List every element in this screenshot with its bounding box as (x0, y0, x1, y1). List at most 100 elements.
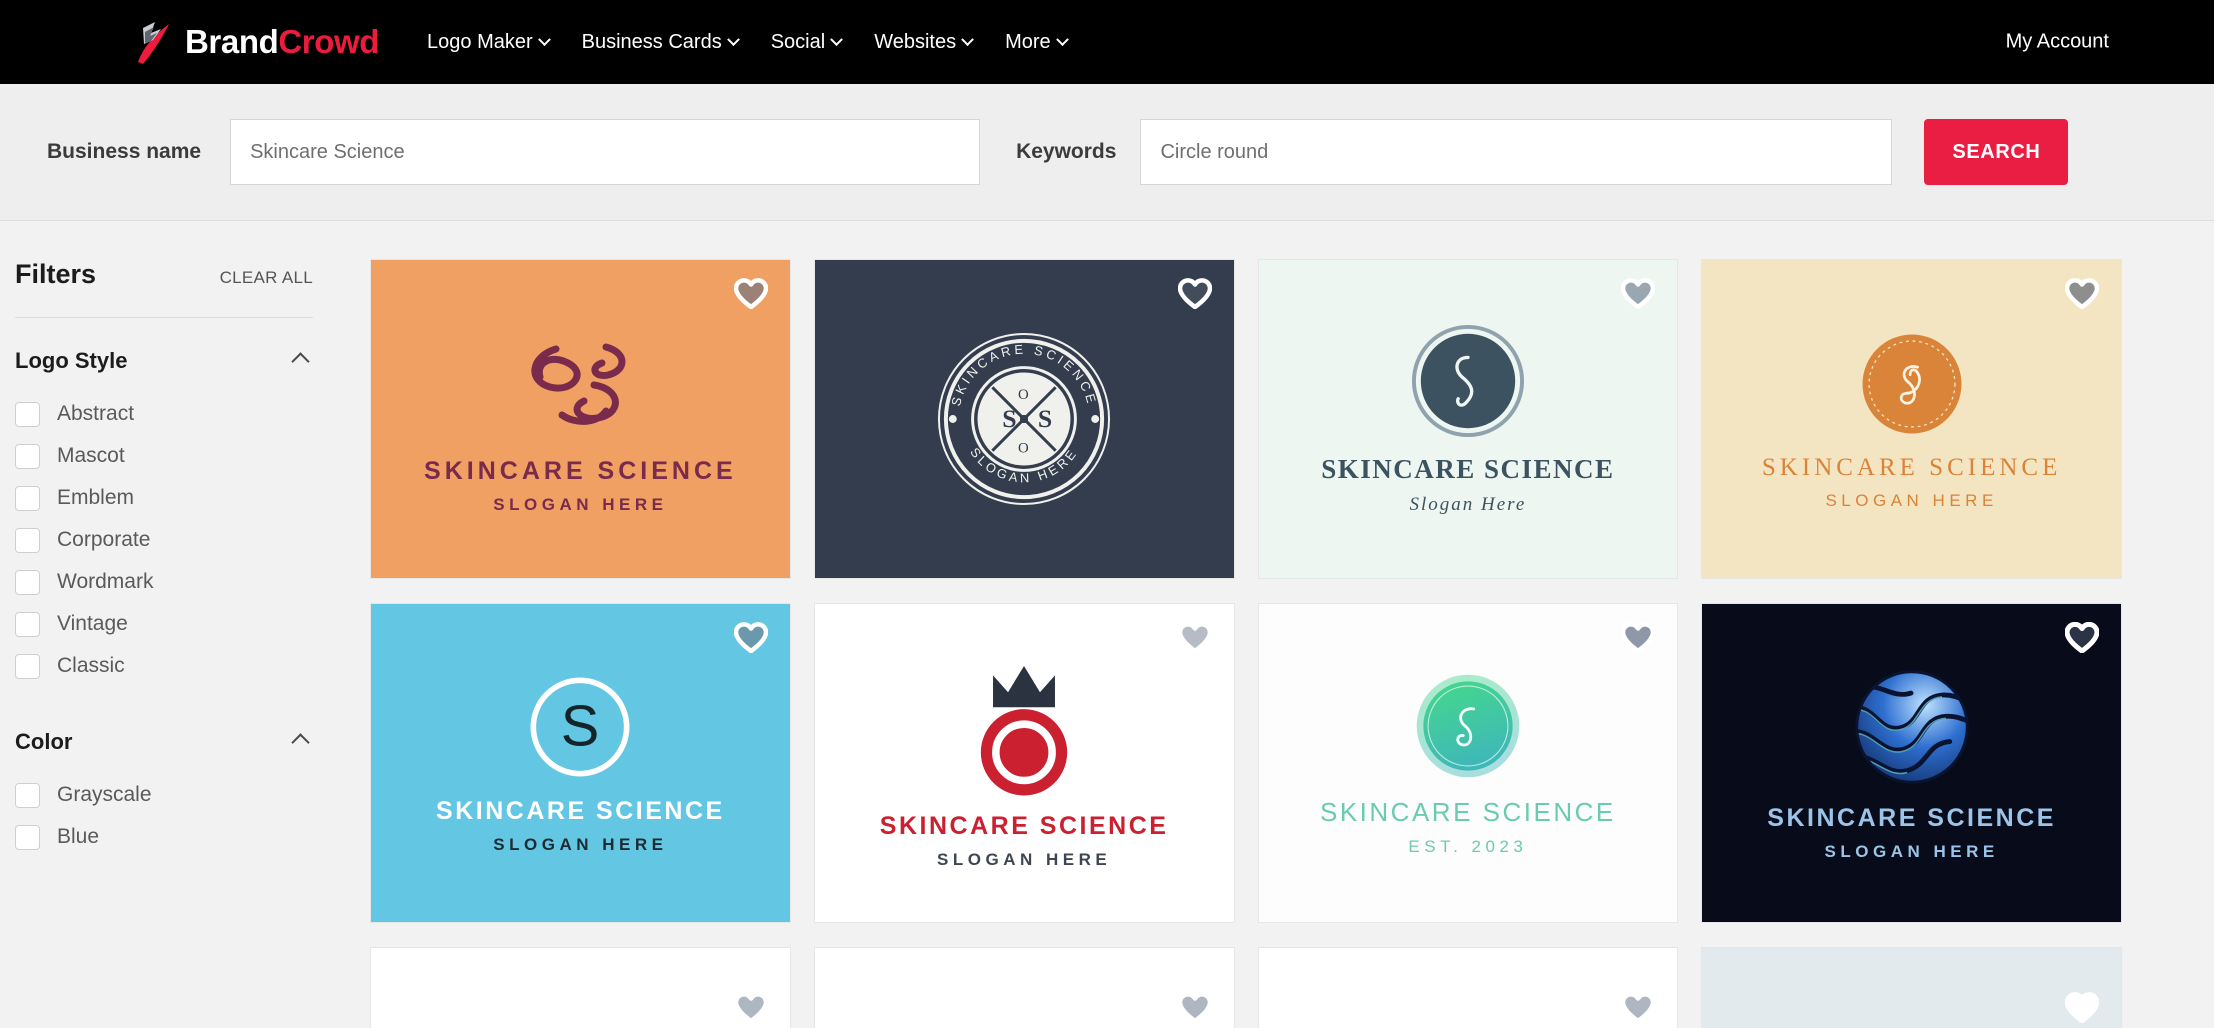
nav-item-logo-maker[interactable]: Logo Maker (427, 31, 549, 54)
filter-option-grayscale[interactable]: Grayscale (15, 774, 313, 816)
logo-slogan: SLOGAN HERE (1825, 842, 1999, 862)
nav-label: Business Cards (582, 31, 722, 54)
checkbox-icon[interactable] (15, 825, 40, 850)
logo-card[interactable]: SKINCARE SCIENCE SLOGAN HERE (370, 259, 791, 579)
heart-filled-icon[interactable] (2065, 622, 2099, 653)
filter-option-label: Mascot (57, 444, 125, 468)
search-button[interactable]: SEARCH (1924, 119, 2068, 185)
chevron-down-icon (727, 33, 740, 46)
svg-text:S: S (1002, 404, 1016, 433)
svg-text:S: S (561, 695, 600, 759)
logo-card[interactable]: SKINCARE SCIENCEEST. 2023 (1258, 603, 1679, 923)
filter-option-wordmark[interactable]: Wordmark (15, 561, 313, 603)
logo-slogan: SLOGAN HERE (1825, 491, 1997, 511)
nav-item-more[interactable]: More (1005, 31, 1067, 54)
filter-option-abstract[interactable]: Abstract (15, 393, 313, 435)
filter-option-vintage[interactable]: Vintage (15, 603, 313, 645)
search-bar: Business name Skincare Science Keywords … (0, 84, 2214, 221)
checkbox-icon[interactable] (15, 570, 40, 595)
filters-title: Filters (15, 259, 96, 290)
logo-card[interactable] (370, 947, 791, 1028)
chevron-down-icon (1056, 33, 1069, 46)
logo-slogan: SLOGAN HERE (493, 835, 667, 855)
logo-artwork (1856, 328, 1968, 440)
nav-item-websites[interactable]: Websites (874, 31, 972, 54)
filters-sidebar: Filters CLEAR ALL Logo Style Abstract Ma… (0, 221, 370, 1028)
filter-option-classic[interactable]: Classic (15, 645, 313, 687)
svg-text:S: S (1038, 404, 1052, 433)
heart-icon[interactable] (2065, 278, 2099, 309)
chevron-up-icon (291, 352, 309, 370)
logo-card[interactable] (1258, 947, 1679, 1028)
filter-option-emblem[interactable]: Emblem (15, 477, 313, 519)
logo-artwork: S (524, 671, 636, 783)
logo-card[interactable]: SKINCARE SCIENCESlogan Here (1258, 259, 1679, 579)
checkbox-icon[interactable] (15, 444, 40, 469)
heart-icon[interactable] (1621, 278, 1655, 309)
logo-title: SKINCARE SCIENCE (436, 797, 725, 826)
checkbox-icon[interactable] (15, 612, 40, 637)
filter-group-logo-style-toggle[interactable]: Logo Style (15, 348, 313, 374)
filter-option-label: Wordmark (57, 570, 153, 594)
clear-all-button[interactable]: CLEAR ALL (220, 268, 313, 288)
heart-icon[interactable] (1178, 622, 1212, 653)
filter-option-label: Corporate (57, 528, 150, 552)
keywords-input[interactable]: Circle round (1140, 119, 1892, 185)
logo-card[interactable]: S SKINCARE SCIENCE SLOGAN HERE (370, 603, 791, 923)
logo-title: SKINCARE SCIENCE (1762, 454, 2061, 482)
logo-artwork (1411, 669, 1525, 783)
nav-item-business-cards[interactable]: Business Cards (582, 31, 738, 54)
checkbox-icon[interactable] (15, 654, 40, 679)
logo-title: SKINCARE SCIENCE (1321, 454, 1614, 485)
logo-artwork (1409, 322, 1527, 440)
filter-option-label: Emblem (57, 486, 134, 510)
keywords-label: Keywords (1016, 140, 1116, 164)
filter-group-color-toggle[interactable]: Color (15, 729, 313, 755)
heart-icon[interactable] (734, 278, 768, 309)
business-name-input[interactable]: Skincare Science (230, 119, 980, 185)
logo-title: SKINCARE SCIENCE (1767, 804, 2056, 833)
checkbox-icon[interactable] (15, 528, 40, 553)
filter-option-mascot[interactable]: Mascot (15, 435, 313, 477)
logo-title: SKINCARE SCIENCE (424, 457, 737, 486)
logo-card[interactable]: SKINCARE SCIENCE SLOGAN HERE (1701, 603, 2122, 923)
brandcrowd-logo[interactable]: BrandCrowd (131, 18, 379, 66)
filter-group-title: Logo Style (15, 348, 127, 374)
checkbox-icon[interactable] (15, 402, 40, 427)
logo-card[interactable]: S S O O SKINCARE SCIENCE SLOGAN HERE (814, 259, 1235, 579)
heart-icon[interactable] (1621, 992, 1655, 1023)
logo-card[interactable] (814, 947, 1235, 1028)
logo-artwork: S S O O SKINCARE SCIENCE SLOGAN HERE (935, 330, 1113, 508)
logo-card[interactable]: SKINCARE SCIENCESLOGAN HERE (814, 603, 1235, 923)
main-nav-links: Logo Maker Business Cards Social Website… (427, 31, 1067, 54)
logo-card[interactable]: SKINCARE SCIENCE SLOGAN HERE (1701, 259, 2122, 579)
heart-icon[interactable] (1178, 992, 1212, 1023)
nav-item-social[interactable]: Social (771, 31, 841, 54)
heart-icon[interactable] (1621, 622, 1655, 653)
logo-slogan: SLOGAN HERE (493, 495, 667, 515)
chevron-down-icon (538, 33, 551, 46)
logo-artwork (510, 323, 650, 443)
checkbox-icon[interactable] (15, 486, 40, 511)
heart-icon[interactable] (2065, 992, 2099, 1023)
filter-option-label: Abstract (57, 402, 134, 426)
nav-label: Social (771, 31, 825, 54)
logo-card[interactable] (1701, 947, 2122, 1028)
chevron-up-icon (291, 733, 309, 751)
svg-text:O: O (1018, 441, 1029, 457)
my-account-link[interactable]: My Account (2006, 31, 2109, 54)
filter-option-blue[interactable]: Blue (15, 816, 313, 858)
heart-icon[interactable] (734, 622, 768, 653)
checkbox-icon[interactable] (15, 783, 40, 808)
filter-option-label: Blue (57, 825, 99, 849)
page-content: Filters CLEAR ALL Logo Style Abstract Ma… (0, 221, 2214, 1028)
heart-icon[interactable] (1178, 278, 1212, 309)
nav-label: Websites (874, 31, 956, 54)
logo-slogan: SLOGAN HERE (937, 850, 1111, 870)
filter-option-corporate[interactable]: Corporate (15, 519, 313, 561)
chevron-down-icon (830, 33, 843, 46)
filter-group-color: Color Grayscale Blue (15, 687, 313, 858)
heart-icon[interactable] (734, 992, 768, 1023)
brandcrowd-wordmark: BrandCrowd (185, 23, 379, 61)
svg-text:O: O (1018, 387, 1029, 403)
